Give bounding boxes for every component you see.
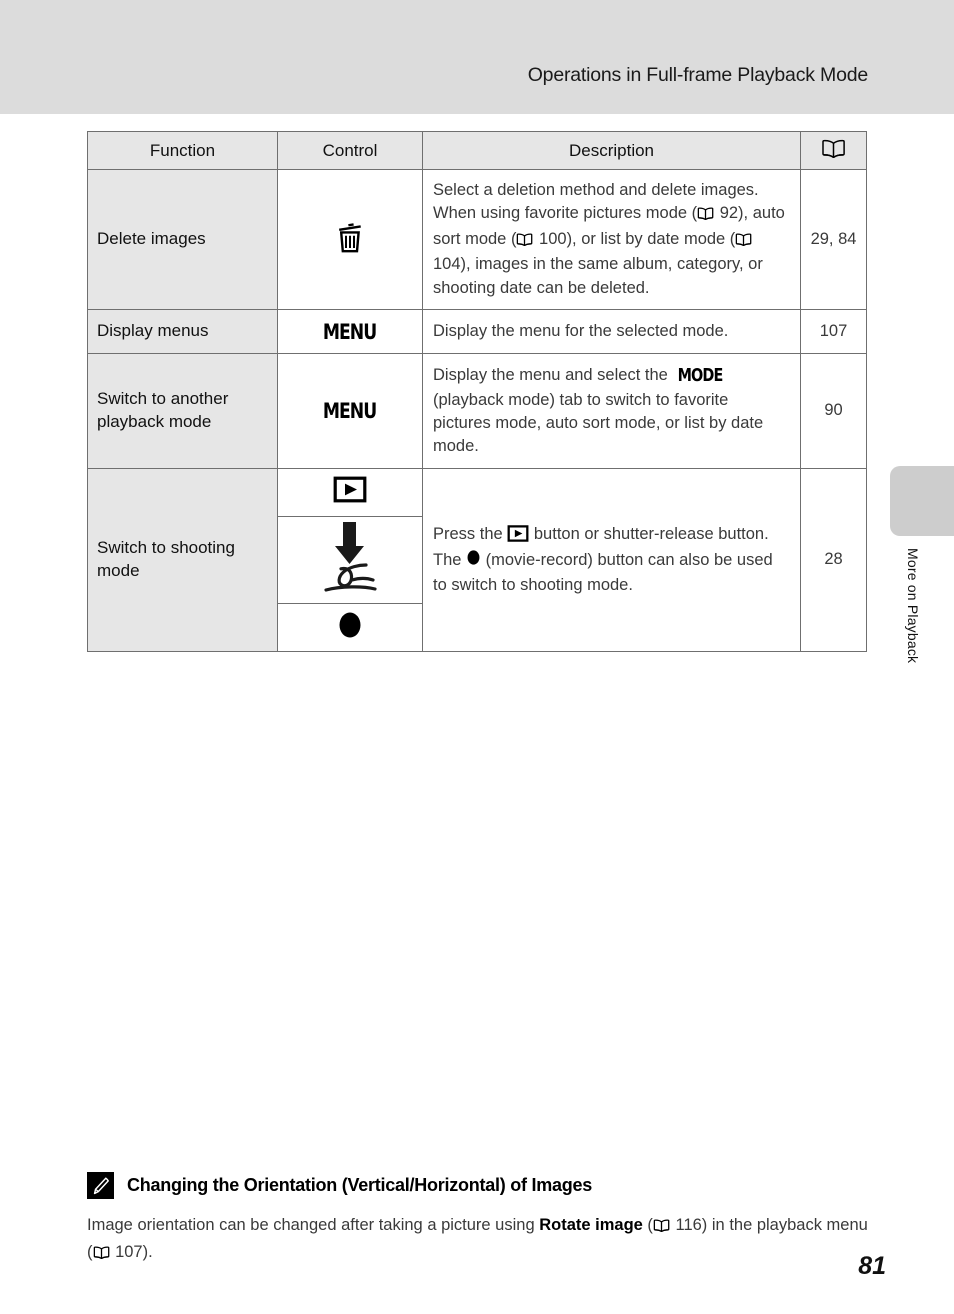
control-icon-stack xyxy=(278,468,422,651)
movie-record-dot-icon xyxy=(466,549,481,573)
note-block: Changing the Orientation (Vertical/Horiz… xyxy=(87,1172,877,1267)
column-header-description: Description xyxy=(422,131,801,170)
pencil-note-icon xyxy=(87,1172,114,1199)
column-header-page-reference xyxy=(800,131,867,170)
menu-button-icon: MENU xyxy=(323,398,377,423)
desc-text-seg3: (movie-record) button can also be used t… xyxy=(433,551,773,594)
control-cell-playback-button xyxy=(278,468,422,517)
row-page-switch-playback-mode: 90 xyxy=(800,353,867,469)
row-control-switch-shooting-mode xyxy=(277,467,423,652)
table-header-row: Function Control Description xyxy=(87,131,867,170)
row-control-display-menus: MENU xyxy=(277,309,423,355)
desc-text-seg1: When using favorite pictures mode ( xyxy=(433,204,698,223)
playback-button-icon xyxy=(507,524,529,549)
desc-text-line1: Select a deletion method and delete imag… xyxy=(433,181,759,199)
table-row: Display menus MENU Display the menu for … xyxy=(87,309,867,355)
column-header-function: Function xyxy=(87,131,278,170)
page-header-band xyxy=(0,0,954,114)
page-title: Operations in Full-frame Playback Mode xyxy=(527,64,868,86)
note-bold-rotate-image: Rotate image xyxy=(539,1216,643,1234)
table-row: Delete images Select a deletion method a… xyxy=(87,168,867,311)
book-icon xyxy=(93,1242,110,1267)
operations-table: Function Control Description Delete imag… xyxy=(87,131,867,652)
row-description-delete-images: Select a deletion method and delete imag… xyxy=(422,168,801,311)
side-chapter-tab-label: More on Playback xyxy=(905,548,921,664)
desc-text-seg1: Display the menu and select the xyxy=(433,366,673,385)
book-icon xyxy=(735,230,752,253)
book-icon xyxy=(697,204,714,227)
book-icon xyxy=(821,139,846,163)
column-header-control: Control xyxy=(277,131,423,170)
desc-text-seg4: 104), images in the same album, category… xyxy=(433,255,763,297)
table-row: Switch to another playback mode MENU Dis… xyxy=(87,353,867,469)
desc-text-seg3: 100), or list by date mode ( xyxy=(534,229,736,248)
note-header: Changing the Orientation (Vertical/Horiz… xyxy=(87,1172,877,1199)
note-text-seg4: 107). xyxy=(110,1242,153,1261)
desc-text-seg1: Press the xyxy=(433,524,508,543)
row-control-delete-images xyxy=(277,168,423,311)
menu-button-icon: MENU xyxy=(323,319,377,344)
row-function-display-menus: Display menus xyxy=(87,309,278,355)
note-text-seg1: Image orientation can be changed after t… xyxy=(87,1216,540,1234)
trash-icon xyxy=(335,219,365,260)
book-icon xyxy=(516,230,533,253)
note-body: Image orientation can be changed after t… xyxy=(87,1213,877,1267)
shutter-release-press-icon xyxy=(319,520,381,599)
mode-button-icon: MODE xyxy=(677,365,724,387)
row-description-display-menus: Display the menu for the selected mode. xyxy=(422,309,801,355)
control-cell-shutter-release xyxy=(278,516,422,604)
row-control-switch-playback-mode: MENU xyxy=(277,353,423,469)
row-page-delete-images: 29, 84 xyxy=(800,168,867,311)
page-number: 81 xyxy=(858,1252,886,1280)
side-chapter-tab xyxy=(890,466,954,536)
row-function-delete-images: Delete images xyxy=(87,168,278,311)
playback-button-icon xyxy=(333,476,367,508)
row-function-switch-playback-mode: Switch to another playback mode xyxy=(87,353,278,469)
book-icon xyxy=(653,1215,670,1240)
desc-text-seg2: (playback mode) tab to switch to favorit… xyxy=(433,390,764,456)
row-function-switch-shooting-mode: Switch to shooting mode xyxy=(87,467,278,652)
row-page-switch-shooting-mode: 28 xyxy=(800,467,867,652)
control-cell-movie-record-button xyxy=(278,603,422,651)
row-page-display-menus: 107 xyxy=(800,309,867,355)
row-description-switch-shooting-mode: Press the button or shutter-release butt… xyxy=(422,467,801,652)
table-row: Switch to shooting mode Press the button… xyxy=(87,467,867,652)
movie-record-button-icon xyxy=(337,610,363,645)
note-text-seg2: ( xyxy=(642,1216,653,1234)
row-description-switch-playback-mode: Display the menu and select the MODE (pl… xyxy=(422,353,801,469)
note-title: Changing the Orientation (Vertical/Horiz… xyxy=(127,1175,593,1195)
